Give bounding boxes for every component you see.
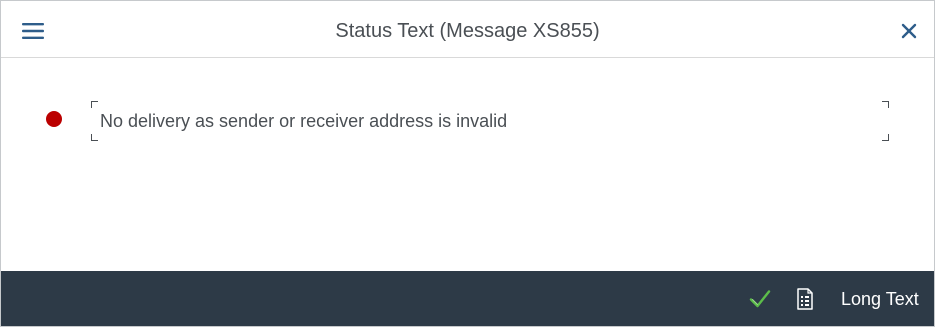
focus-corner bbox=[91, 134, 98, 141]
dialog-content: No delivery as sender or receiver addres… bbox=[1, 59, 934, 271]
close-icon bbox=[901, 23, 917, 39]
close-button[interactable] bbox=[896, 18, 922, 44]
dialog-title: Status Text (Message XS855) bbox=[335, 20, 600, 42]
focus-corner bbox=[882, 134, 889, 141]
document-details-icon bbox=[797, 288, 813, 310]
focus-corner bbox=[882, 101, 889, 108]
focus-corner bbox=[91, 101, 98, 108]
message-text-field[interactable]: No delivery as sender or receiver addres… bbox=[91, 101, 889, 141]
dialog-header: Status Text (Message XS855) bbox=[1, 1, 934, 58]
long-text-button[interactable]: Long Text bbox=[833, 283, 927, 315]
error-dot-icon bbox=[46, 111, 62, 127]
checkmark-icon bbox=[749, 290, 771, 308]
status-text-dialog: Status Text (Message XS855) No delivery … bbox=[0, 0, 935, 327]
status-message-text: No delivery as sender or receiver addres… bbox=[100, 111, 508, 131]
confirm-button[interactable] bbox=[745, 284, 775, 314]
document-details-button[interactable] bbox=[790, 284, 820, 314]
dialog-footer-toolbar: Long Text bbox=[1, 271, 934, 326]
